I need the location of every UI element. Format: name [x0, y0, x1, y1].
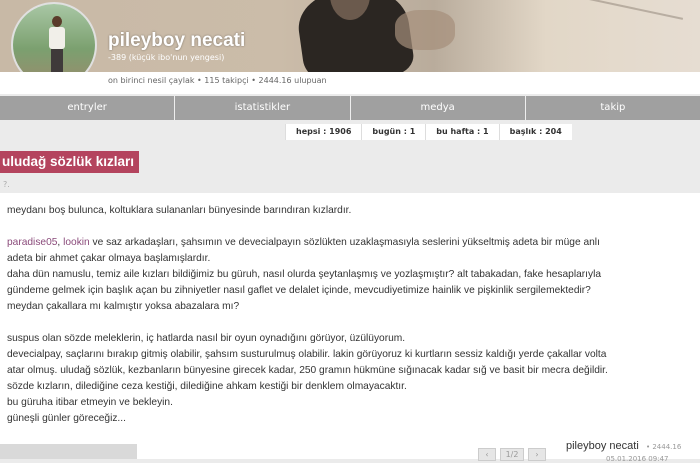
entry-line: sözde kızların, dilediğine ceza kestiği,…: [7, 381, 407, 392]
entry-line: suspus olan sözde meleklerin, iç hatlard…: [7, 333, 406, 344]
entry-line: devecialpay, saçlarını bırakıp gitmiş ol…: [7, 349, 607, 360]
entry-counts: hepsi : 1906 bugün : 1 bu hafta : 1 başl…: [285, 124, 572, 140]
entry-line: güneşli günler göreceğiz...: [7, 413, 126, 424]
count-all[interactable]: hepsi : 1906: [285, 124, 361, 140]
topic-title[interactable]: uludağ sözlük kızları: [0, 151, 140, 173]
entry-text: meydanı boş bulunca, koltuklara sulananl…: [7, 203, 697, 427]
entry-author[interactable]: pileyboy necati: [566, 440, 639, 452]
profile-stats-bar: on birinci nesil çaylak • 115 takipçi • …: [0, 72, 700, 94]
pager-next-button[interactable]: ›: [528, 448, 546, 461]
tab-takip[interactable]: takip: [526, 96, 700, 120]
pager-current[interactable]: 1/2: [500, 448, 524, 461]
count-today[interactable]: bugün : 1: [361, 124, 425, 140]
cover-photo: [0, 0, 700, 72]
count-week[interactable]: bu hafta : 1: [425, 124, 498, 140]
count-titles[interactable]: başlık : 204: [498, 124, 572, 140]
entry-line: gündeme gelmek için başlık açan bu zihni…: [7, 285, 591, 296]
entry-line: adeta bir ahmet çakar olmaya başlamışlar…: [7, 253, 211, 264]
tab-medya[interactable]: medya: [351, 96, 526, 120]
pager: ‹ 1/2 ›: [478, 448, 546, 461]
entry-author-score: • 2444.16: [646, 443, 682, 451]
entry-line: atar olmuş. uludağ sözlük, kezbanların b…: [7, 365, 608, 376]
profile-username[interactable]: pileyboy necati: [108, 30, 245, 52]
topic-question: ?.: [3, 180, 10, 189]
tab-istatistikler[interactable]: istatistikler: [175, 96, 351, 120]
mention-link[interactable]: lookin: [63, 237, 90, 248]
entry-line: paradise05, lookin ve saz arkadaşları, ş…: [7, 237, 600, 248]
tab-entryler[interactable]: entryler: [0, 96, 176, 120]
mention-link[interactable]: paradise05: [7, 237, 57, 248]
entry-date[interactable]: 05.01.2016 09:47: [606, 455, 668, 463]
profile-stats-line: on birinci nesil çaylak • 115 takipçi • …: [108, 76, 327, 85]
entry-line: meydan çakallara mı kalmıştır yoksa abaz…: [7, 301, 240, 312]
entry-line: daha dün namuslu, temiz aile kızları bil…: [7, 269, 602, 280]
entry-line: bu güruha itibar etmeyin ve bekleyin.: [7, 397, 173, 408]
profile-subtitle: -389 (küçük ibo'nun yengesi): [108, 53, 225, 62]
profile-nav: entryler istatistikler medya takip: [0, 96, 700, 120]
entry-line: meydanı boş bulunca, koltuklara sulananl…: [7, 205, 352, 216]
pager-prev-button[interactable]: ‹: [478, 448, 496, 461]
entry-card: meydanı boş bulunca, koltuklara sulananl…: [0, 193, 700, 459]
bottom-bar: [0, 444, 137, 459]
